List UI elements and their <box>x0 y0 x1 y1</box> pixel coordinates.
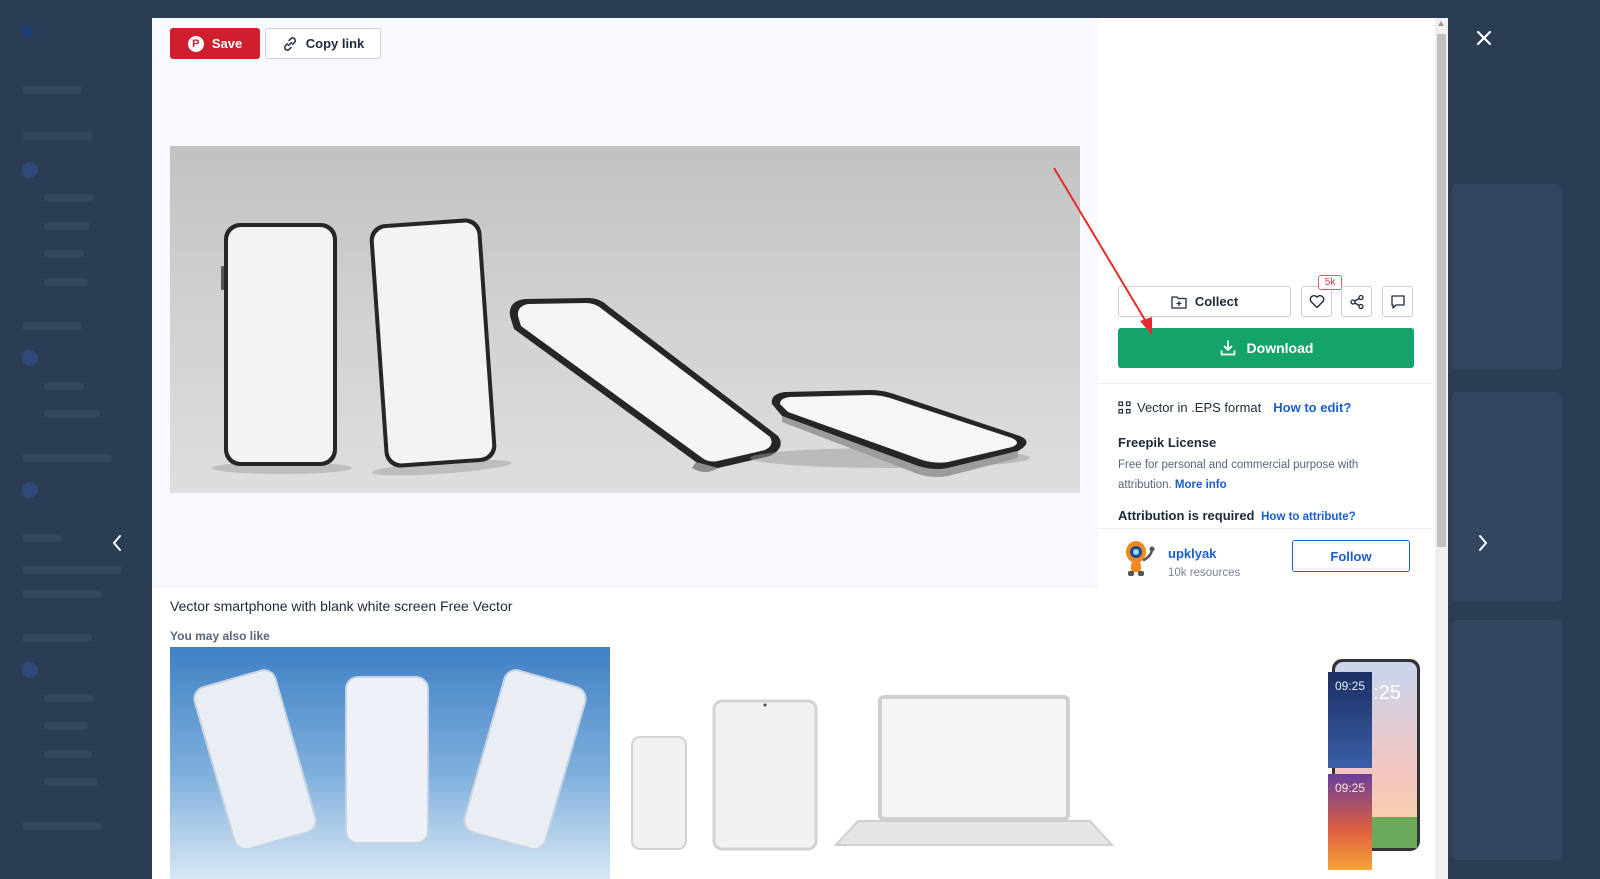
attribution-row: Attribution is required How to attribute… <box>1118 508 1356 523</box>
phone-illustration <box>212 223 352 474</box>
main-preview-image[interactable] <box>170 146 1080 493</box>
robot-avatar-icon <box>1126 541 1155 576</box>
wallpaper-clock: 09:25 <box>1335 781 1365 795</box>
wallpaper-clock: 09:25 <box>1335 679 1365 693</box>
divider <box>1098 528 1431 529</box>
related-thumbnail[interactable] <box>620 647 1280 879</box>
attribution-text: Attribution is required <box>1118 508 1255 523</box>
share-icon <box>1349 294 1364 309</box>
previous-item-button[interactable] <box>102 528 132 558</box>
like-button[interactable] <box>1301 286 1332 317</box>
heart-icon <box>1309 295 1324 309</box>
share-button[interactable] <box>1341 286 1372 317</box>
scroll-thumb[interactable] <box>1437 34 1446 547</box>
collect-label: Collect <box>1194 294 1239 309</box>
phone-illustration <box>193 669 317 851</box>
pinterest-save-button[interactable]: P Save <box>170 28 260 59</box>
phone-illustration <box>750 390 1030 478</box>
related-thumbnail[interactable] <box>170 647 610 879</box>
license-desc-text: Free for personal and commercial purpose… <box>1118 459 1359 491</box>
chevron-left-icon <box>113 535 121 551</box>
follow-button[interactable]: Follow <box>1292 540 1410 572</box>
background-sidebar <box>0 70 150 879</box>
copy-link-label: Copy link <box>305 36 365 51</box>
download-button[interactable]: Download <box>1118 328 1414 368</box>
site-logo: ● <box>18 14 37 47</box>
comment-icon <box>1390 294 1405 309</box>
close-icon <box>1476 30 1492 46</box>
format-text: Vector in .EPS format <box>1137 400 1262 415</box>
close-button[interactable] <box>1470 24 1498 52</box>
how-to-attribute-link[interactable]: How to attribute? <box>1261 511 1356 523</box>
phone-illustration <box>631 736 687 850</box>
phone-illustration <box>509 298 782 472</box>
more-info-link[interactable]: More info <box>1175 479 1227 491</box>
save-label: Save <box>211 36 243 51</box>
license-title: Freepik License <box>1118 435 1217 450</box>
resource-detail-modal: P Save Copy link Collect 5k Download Vec… <box>152 18 1448 879</box>
divider <box>1098 383 1431 384</box>
file-format-row: Vector in .EPS format How to edit? <box>1118 400 1351 415</box>
phone-illustration <box>369 218 512 476</box>
annotation-arrow <box>1053 167 1152 335</box>
likes-count-badge: 5k <box>1318 275 1342 290</box>
modal-scrollbar[interactable] <box>1435 18 1448 879</box>
tablet-illustration <box>712 699 818 851</box>
pinterest-icon: P <box>187 35 204 52</box>
license-description: Free for personal and commercial purpose… <box>1118 455 1388 495</box>
how-to-edit-link[interactable]: How to edit? <box>1273 400 1351 415</box>
link-icon <box>283 36 296 51</box>
vector-format-icon <box>1118 401 1131 414</box>
resource-title: Vector smartphone with blank white scree… <box>170 598 513 614</box>
author-resources-count: 10k resources <box>1168 567 1241 579</box>
next-item-button[interactable] <box>1468 528 1498 558</box>
folder-plus-icon <box>1171 295 1187 309</box>
comment-button[interactable] <box>1382 286 1413 317</box>
download-label: Download <box>1246 340 1314 356</box>
copy-link-button[interactable]: Copy link <box>265 28 381 59</box>
related-heading: You may also like <box>170 629 270 643</box>
author-avatar[interactable] <box>1120 538 1156 578</box>
phone-illustration <box>345 676 429 844</box>
author-name-link[interactable]: upklyak <box>1168 546 1216 561</box>
download-icon <box>1220 340 1235 356</box>
chevron-right-icon <box>1479 535 1487 551</box>
wallpaper-previews[interactable]: 09:25 09:25 <box>1326 670 1374 870</box>
preview-area: P Save Copy link <box>152 18 1098 588</box>
phone-illustration <box>463 669 587 851</box>
laptop-illustration <box>833 695 1115 846</box>
scroll-up-arrow-icon[interactable] <box>1438 21 1444 26</box>
